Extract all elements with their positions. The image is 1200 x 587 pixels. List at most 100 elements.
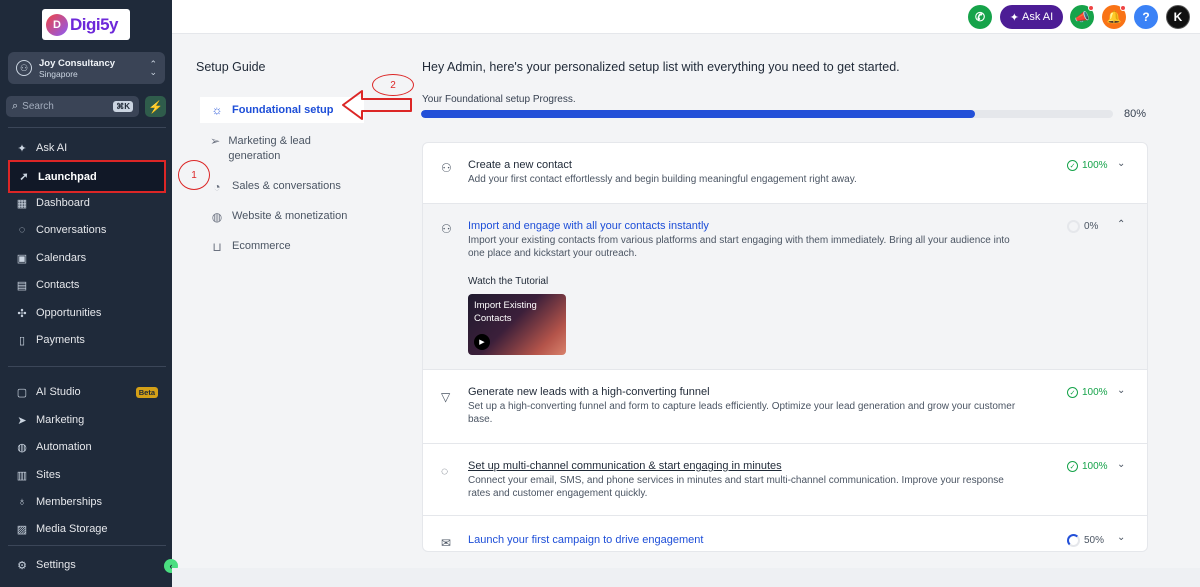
check-circle-icon: ✓ [1067, 160, 1078, 171]
sidebar-item-label: Payments [36, 334, 85, 346]
sidebar-item-memberships[interactable]: ♁ Memberships [8, 489, 166, 515]
tutorial-video-thumbnail[interactable]: Import Existing Contacts ▶ [468, 294, 566, 355]
task-multi-channel[interactable]: ◌ Set up multi-channel communication & s… [423, 444, 1147, 516]
logo-text: Digi5y [70, 14, 119, 34]
sidebar-item-launchpad[interactable]: ➚ Launchpad [8, 160, 166, 193]
setup-nav-label: Ecommerce [232, 240, 291, 252]
chevron-down-icon[interactable]: ⌄ [1117, 459, 1125, 470]
logo-mark-icon: D [46, 13, 68, 36]
annotation-step-1: 1 [178, 160, 210, 190]
sidebar-item-dashboard[interactable]: ▦ Dashboard [8, 190, 166, 216]
sidebar-item-opportunities[interactable]: ✣ Opportunities [8, 300, 166, 326]
sidebar-divider [8, 545, 166, 546]
account-icon: ⚇ [16, 60, 32, 76]
sidebar-item-label: Marketing [36, 414, 85, 426]
sidebar-item-label: Calendars [36, 252, 87, 264]
add-user-icon: ⚇ [441, 161, 452, 175]
sidebar-item-settings[interactable]: ⚙ Settings [8, 552, 166, 578]
account-switcher[interactable]: ⚇ Joy Consultancy Singapore ⌃ ⌄ [8, 52, 165, 84]
cart-icon: ⊔ [212, 240, 222, 254]
sidebar-item-media-storage[interactable]: ▨ Media Storage [8, 516, 166, 542]
task-title[interactable]: Import and engage with all your contacts… [468, 220, 709, 232]
sidebar-item-label: Dashboard [36, 197, 90, 209]
sidebar-item-label: AI Studio [36, 386, 81, 398]
chat-icon: ◌ [18, 224, 26, 236]
sidebar-item-payments[interactable]: ▯ Payments [8, 327, 166, 353]
check-circle-icon: ✓ [1067, 387, 1078, 398]
progress-ring-icon [1067, 534, 1080, 547]
sidebar-item-label: Launchpad [38, 170, 97, 183]
badge-icon: ♁ [17, 496, 27, 508]
task-import-contacts[interactable]: ⚇ Import and engage with all your contac… [423, 204, 1147, 370]
annotation-arrow-icon [342, 90, 412, 120]
calendar-icon: ▣ [16, 252, 28, 265]
task-status: ✓ 100% [1067, 160, 1108, 171]
grid-icon: ▦ [16, 197, 28, 210]
sidebar-item-label: Ask AI [36, 142, 68, 154]
megaphone-icon[interactable]: 📣 [1070, 5, 1094, 29]
progress-ring-icon [1067, 220, 1080, 233]
chevron-updown-icon: ⌃ ⌄ [149, 59, 157, 77]
setup-nav-ecommerce[interactable]: ⊔ Ecommerce [210, 240, 291, 254]
task-status-text: 100% [1082, 461, 1108, 472]
task-generate-leads[interactable]: ▽ Generate new leads with a high-convert… [423, 370, 1147, 444]
check-circle-icon: ✓ [1067, 461, 1078, 472]
search-box[interactable]: ⌕ ⌘K [6, 96, 139, 117]
sparkle-icon: ✦ [17, 142, 27, 155]
notification-dot [1120, 5, 1126, 11]
task-create-contact[interactable]: ⚇ Create a new contact Add your first co… [423, 143, 1147, 204]
help-icon[interactable]: ? [1134, 5, 1158, 29]
progress-fill [421, 110, 975, 118]
task-title[interactable]: Set up multi-channel communication & sta… [468, 460, 782, 472]
setup-nav-label: Sales & conversations [232, 180, 341, 192]
video-title: Import Existing Contacts [474, 300, 537, 324]
sidebar-item-calendars[interactable]: ▣ Calendars [8, 245, 166, 271]
setup-nav-sales[interactable]: ◔ Sales & conversations [210, 180, 341, 194]
add-user-icon: ⚇ [441, 222, 452, 236]
task-title[interactable]: Launch your first campaign to drive enga… [468, 534, 703, 546]
sidebar-item-label: Opportunities [36, 307, 102, 319]
greeting-text: Hey Admin, here's your personalized setu… [422, 60, 900, 74]
avatar[interactable]: K [1166, 5, 1190, 29]
chevron-up-icon[interactable]: ⌃ [1117, 219, 1125, 230]
globe-icon: ▥ [16, 469, 28, 482]
sidebar-item-sites[interactable]: ▥ Sites [8, 462, 166, 488]
network-icon: ✣ [17, 307, 27, 320]
sparkle-icon: ✦ [1009, 11, 1020, 24]
task-description: Connect your email, SMS, and phone servi… [468, 475, 1004, 499]
horizontal-scrollbar[interactable] [172, 568, 1200, 587]
ask-ai-button[interactable]: ✦ Ask AI [1000, 5, 1063, 29]
setup-nav-marketing[interactable]: ➢ Marketing & lead generation [210, 134, 330, 164]
chevron-down-icon[interactable]: ⌄ [1117, 532, 1125, 543]
sidebar-divider [8, 127, 166, 128]
sidebar-item-contacts[interactable]: ▤ Contacts [8, 272, 166, 298]
task-status: 0% [1067, 220, 1098, 233]
setup-nav-website[interactable]: ◍ Website & monetization [210, 210, 348, 224]
setup-nav-label: Foundational setup [232, 104, 334, 116]
task-list: ⚇ Create a new contact Add your first co… [422, 142, 1148, 552]
gauge-icon: ◔ [213, 180, 221, 194]
task-launch-campaign[interactable]: ✉ Launch your first campaign to drive en… [423, 516, 1147, 551]
globe-icon: ◍ [211, 210, 223, 224]
phone-icon[interactable]: ✆ [968, 5, 992, 29]
ask-ai-label: Ask AI [1022, 11, 1054, 23]
play-icon[interactable]: ▶ [474, 334, 490, 350]
bell-icon[interactable]: 🔔 [1102, 5, 1126, 29]
sidebar-item-label: Media Storage [36, 523, 108, 535]
beta-badge: Beta [135, 386, 158, 398]
sidebar-item-label: Automation [36, 441, 92, 453]
chevron-down-icon[interactable]: ⌄ [1117, 158, 1125, 169]
receipt-icon: ▯ [18, 334, 26, 347]
sidebar-item-automation[interactable]: ◍ Automation [8, 434, 166, 460]
chevron-down-icon[interactable]: ⌄ [1117, 385, 1125, 396]
sidebar-item-marketing[interactable]: ➤ Marketing [8, 407, 166, 433]
task-status-text: 0% [1084, 221, 1099, 232]
account-name: Joy Consultancy [39, 57, 116, 69]
progress-percent: 80% [1124, 108, 1147, 120]
search-input[interactable] [22, 101, 103, 112]
sidebar-item-ai-studio[interactable]: ▢ AI Studio Beta [8, 379, 166, 405]
sidebar-item-conversations[interactable]: ◌ Conversations [8, 217, 166, 243]
brand-logo[interactable]: D Digi5y [42, 9, 130, 40]
sidebar-item-ask-ai[interactable]: ✦ Ask AI [8, 135, 166, 161]
quick-action-bolt-icon[interactable]: ⚡ [145, 96, 166, 117]
